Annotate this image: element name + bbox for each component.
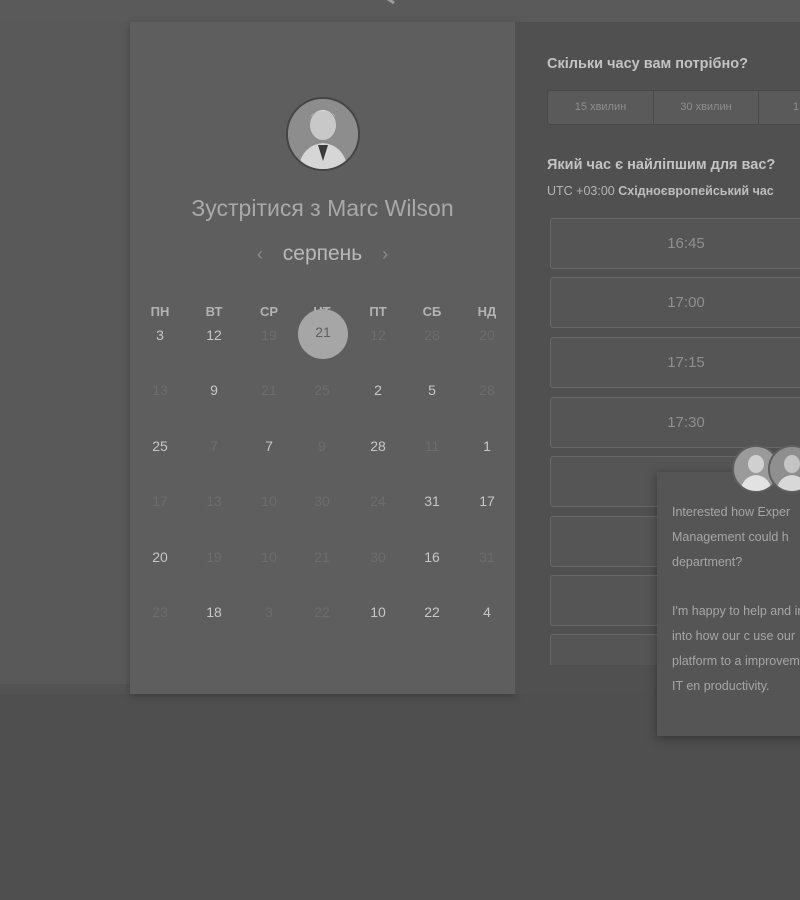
calendar-day: 3 <box>265 604 273 620</box>
duration-option[interactable]: 15 хвилин <box>548 91 654 124</box>
calendar-day: 7 <box>210 438 218 454</box>
calendar-day: 22 <box>314 604 330 620</box>
chevron-up-icon <box>386 0 395 4</box>
chat-message: Interested how Exper Management could h … <box>672 500 800 699</box>
calendar-day: 21 <box>314 549 330 565</box>
calendar-day[interactable]: 3 <box>140 327 180 343</box>
chat-paragraph: Interested how Exper Management could h … <box>672 505 791 569</box>
calendar-day: 31 <box>479 549 495 565</box>
calendar-day: 13 <box>152 382 168 398</box>
calendar-day[interactable]: 25 <box>140 438 180 454</box>
calendar-day[interactable]: 28 <box>358 438 398 454</box>
timezone-label: UTC +03:00 Східноєвропейський час <box>547 184 774 198</box>
calendar-day[interactable]: 9 <box>194 382 234 398</box>
time-slot-button[interactable]: 17:00 <box>550 277 800 328</box>
calendar-day: 25 <box>314 382 330 398</box>
calendar-day: 28 <box>479 382 495 398</box>
calendar-day: 21 <box>261 382 277 398</box>
person-icon <box>288 99 358 169</box>
calendar-day: 30 <box>314 493 330 509</box>
duration-option[interactable]: 30 хвилин <box>654 91 759 124</box>
calendar-day[interactable]: 16 <box>412 549 452 565</box>
timezone-offset: UTC +03:00 <box>547 184 615 198</box>
calendar-day[interactable]: 2 <box>358 382 398 398</box>
calendar-day[interactable]: 7 <box>249 438 289 454</box>
chat-paragraph: I'm happy to help and insight into how o… <box>672 604 800 693</box>
person-icon <box>770 447 800 491</box>
duration-selector: 15 хвилин 30 хвилин 1 <box>547 90 800 125</box>
duration-question: Скільки часу вам потрібно? <box>547 56 748 72</box>
calendar-day[interactable]: 22 <box>412 604 452 620</box>
calendar-day[interactable]: 20 <box>140 549 180 565</box>
weekday-label: ПТ <box>369 304 387 319</box>
calendar-day: 24 <box>370 493 386 509</box>
month-navigator: ‹ серпень › <box>130 242 515 266</box>
calendar-day: 30 <box>370 549 386 565</box>
calendar-day[interactable]: 17 <box>467 493 507 509</box>
calendar-day: 9 <box>318 438 326 454</box>
calendar-day[interactable]: 18 <box>194 604 234 620</box>
prev-month-icon[interactable]: ‹ <box>257 244 263 264</box>
weekday-label: ВТ <box>205 304 223 319</box>
weekday-label: СБ <box>422 304 442 319</box>
calendar-day[interactable]: 5 <box>412 382 452 398</box>
calendar-day: 19 <box>206 549 222 565</box>
duration-option[interactable]: 1 <box>759 91 800 124</box>
month-label: серпень <box>282 242 363 265</box>
weekday-label: СР <box>259 304 279 319</box>
calendar-day: 19 <box>261 327 277 343</box>
calendar-day: 23 <box>152 604 168 620</box>
calendar-day[interactable]: 31 <box>412 493 452 509</box>
selected-day[interactable]: 21 <box>298 309 348 359</box>
next-month-icon[interactable]: › <box>382 244 388 264</box>
meeting-title: Зустрітися з Marc Wilson <box>191 195 454 221</box>
calendar-day[interactable]: 10 <box>358 604 398 620</box>
time-question: Який час є найліпшим для вас? <box>547 157 776 173</box>
calendar-day: 10 <box>261 549 277 565</box>
calendar-panel: Зустрітися з Marc Wilson ‹ серпень › ПН В… <box>130 22 515 694</box>
calendar-day[interactable]: 1 <box>467 438 507 454</box>
chat-popup[interactable]: Interested how Exper Management could h … <box>657 472 800 736</box>
time-slot-button[interactable]: 16:45 <box>550 218 800 269</box>
weekday-label: НД <box>477 304 497 319</box>
calendar-day: 10 <box>261 493 277 509</box>
calendar-day: 28 <box>424 327 440 343</box>
host-avatar <box>286 97 360 171</box>
weekday-label: ПН <box>150 304 170 319</box>
calendar-day: 13 <box>206 493 222 509</box>
calendar-day: 17 <box>152 493 168 509</box>
calendar-day[interactable]: 12 <box>194 327 234 343</box>
time-slot-button[interactable]: 17:15 <box>550 337 800 388</box>
calendar-day[interactable]: 4 <box>467 604 507 620</box>
time-slot-button[interactable]: 17:30 <box>550 397 800 448</box>
calendar-day: 11 <box>424 438 440 454</box>
timezone-name: Східноєвропейський час <box>618 184 774 198</box>
calendar-day: 20 <box>479 327 495 343</box>
calendar-day: 12 <box>370 327 386 343</box>
